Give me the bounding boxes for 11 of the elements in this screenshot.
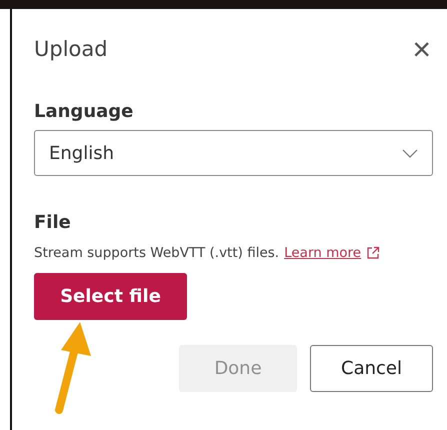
learn-more-link[interactable]: Learn more: [284, 245, 362, 261]
close-button[interactable]: ×: [410, 33, 433, 65]
select-file-button[interactable]: Select file: [34, 273, 187, 320]
file-label: File: [34, 212, 72, 233]
external-link-icon: [366, 246, 380, 260]
description-text: Stream supports WebVTT (.vtt) files.: [34, 245, 280, 261]
dialog-title: Upload: [34, 37, 108, 61]
cancel-button[interactable]: Cancel: [310, 345, 433, 392]
language-label: Language: [34, 101, 134, 122]
language-dropdown[interactable]: English: [34, 130, 433, 176]
chevron-icon: [402, 148, 418, 158]
